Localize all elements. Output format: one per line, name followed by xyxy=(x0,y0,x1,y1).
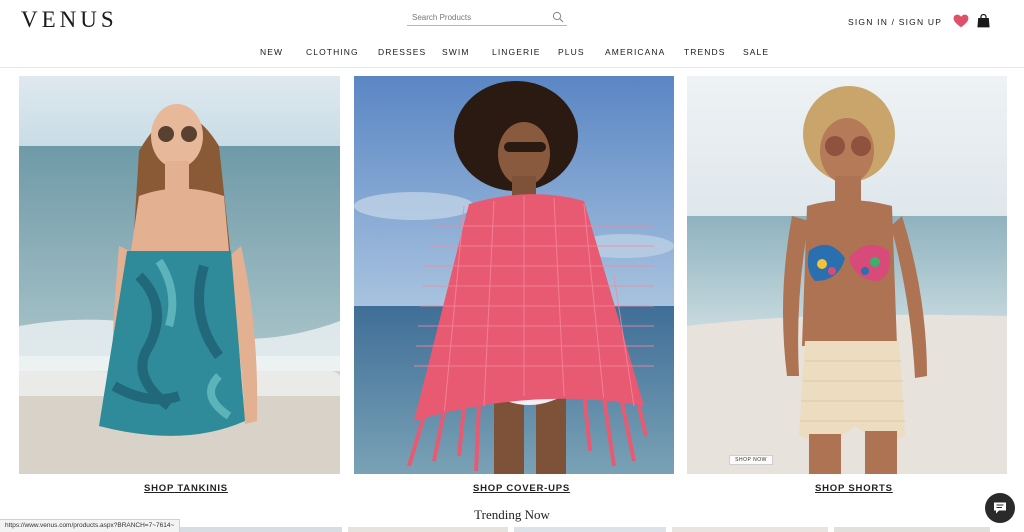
trending-product-thumbnail[interactable] xyxy=(514,527,666,532)
trending-product-thumbnail[interactable] xyxy=(180,527,342,532)
main-nav: NEW CLOTHING DRESSES SWIM LINGERIE PLUS … xyxy=(0,47,1024,61)
tankini-model-image[interactable] xyxy=(19,76,340,474)
chat-icon xyxy=(994,502,1006,514)
browser-status-url: https://www.venus.com/products.aspx?BRAN… xyxy=(0,519,181,532)
search-input[interactable] xyxy=(412,10,552,25)
nav-item-plus[interactable]: PLUS xyxy=(558,47,585,57)
trending-product-thumbnail[interactable] xyxy=(672,527,828,532)
shorts-model-image[interactable] xyxy=(687,76,1007,474)
trending-product-thumbnail[interactable] xyxy=(348,527,508,532)
trending-product-thumbnail[interactable] xyxy=(834,527,990,532)
site-header: VENUS SIGN IN / SIGN UP NEW CLOTHING DRE… xyxy=(0,0,1024,68)
nav-item-swim[interactable]: SWIM xyxy=(442,47,470,57)
search-bar[interactable] xyxy=(407,10,567,26)
nav-item-clothing[interactable]: CLOTHING xyxy=(306,47,359,57)
sign-in-link[interactable]: SIGN IN / SIGN UP xyxy=(848,17,942,27)
shop-tankinis-link[interactable]: SHOP TANKINIS xyxy=(144,483,228,494)
venus-logo[interactable]: VENUS xyxy=(21,7,118,33)
nav-item-lingerie[interactable]: LINGERIE xyxy=(492,47,540,57)
shop-now-badge[interactable]: SHOP NOW xyxy=(729,455,773,465)
tile-cover-ups[interactable] xyxy=(354,76,674,474)
chat-button[interactable] xyxy=(985,493,1015,523)
nav-item-dresses[interactable]: DRESSES xyxy=(378,47,426,57)
tile-tankinis[interactable] xyxy=(19,76,340,474)
cover-up-model-image[interactable] xyxy=(354,76,674,474)
shop-cover-ups-link[interactable]: SHOP COVER-UPS xyxy=(473,483,570,494)
nav-item-trends[interactable]: TRENDS xyxy=(684,47,726,57)
nav-item-americana[interactable]: AMERICANA xyxy=(605,47,665,57)
shop-shorts-link[interactable]: SHOP SHORTS xyxy=(815,483,893,494)
nav-item-sale[interactable]: SALE xyxy=(743,47,769,57)
tile-shorts[interactable] xyxy=(687,76,1007,474)
heart-icon[interactable] xyxy=(953,14,969,28)
shopping-bag-icon[interactable] xyxy=(977,14,990,28)
nav-item-new[interactable]: NEW xyxy=(260,47,283,57)
search-icon[interactable] xyxy=(552,11,564,23)
